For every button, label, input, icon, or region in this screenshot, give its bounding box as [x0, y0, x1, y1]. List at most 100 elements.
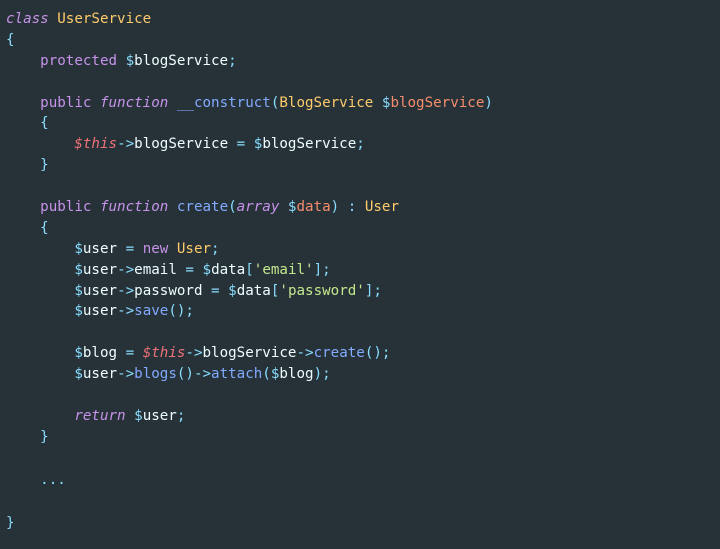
property-name: password	[134, 282, 203, 299]
method-name: create	[176, 199, 229, 216]
code-line-constructor: public function __construct(BlogService …	[6, 93, 720, 114]
method-call: attach	[211, 366, 263, 383]
bracket: ]	[313, 261, 323, 278]
code-line-open-brace: {	[6, 113, 720, 134]
arrow: ->	[117, 366, 135, 383]
property-name: blogService	[134, 136, 229, 153]
code-line-create-blog: $blog = $this->blogService->create();	[6, 343, 720, 364]
method-call: create	[313, 345, 365, 362]
code-line-property: protected $blogService;	[6, 51, 720, 72]
sigil: $	[202, 261, 212, 278]
code-line-set-email: $user->email = $data['email'];	[6, 260, 720, 281]
brace: {	[6, 31, 15, 48]
variable-name: user	[82, 303, 118, 320]
brace: }	[6, 514, 15, 531]
code-line-close-brace: }	[6, 513, 720, 534]
code-line-open-brace: {	[6, 30, 720, 51]
sigil: $	[228, 282, 237, 299]
equals: =	[236, 136, 246, 153]
semicolon: ;	[211, 240, 220, 257]
code-line-close-brace: }	[6, 427, 720, 448]
sigil: $	[74, 303, 83, 320]
arrow: ->	[117, 136, 135, 153]
keyword-new: new	[142, 240, 169, 257]
string-literal: 'password'	[279, 282, 365, 299]
arrow: ->	[117, 282, 135, 299]
property-name: blogService	[134, 52, 229, 69]
brace: }	[40, 428, 49, 445]
sigil: $	[74, 240, 83, 257]
sigil: $	[74, 282, 83, 299]
code-line-attach: $user->blogs()->attach($blog);	[6, 364, 720, 385]
equals: =	[125, 240, 135, 257]
class-name: User	[176, 240, 212, 257]
bracket: [	[245, 261, 254, 278]
this-keyword: this	[82, 136, 118, 153]
variable-name: blog	[279, 366, 314, 383]
ellipsis: ...	[40, 471, 66, 488]
sigil: $	[74, 366, 83, 383]
variable-name: user	[142, 407, 177, 424]
this-sigil: $	[142, 345, 152, 362]
variable-name: blog	[82, 345, 118, 362]
semicolon: ;	[176, 407, 186, 424]
param-name: data	[296, 199, 331, 216]
paren: )	[484, 94, 493, 111]
code-line-open-brace: {	[6, 218, 720, 239]
property-name: email	[134, 261, 177, 278]
code-line-close-brace: }	[6, 155, 720, 176]
code-line-save: $user->save();	[6, 301, 720, 322]
keyword-return: return	[74, 407, 126, 424]
variable-name: blogService	[262, 136, 357, 153]
sigil: $	[125, 52, 135, 69]
sigil: $	[134, 407, 143, 424]
equals: =	[125, 345, 135, 362]
code-line-assign: $this->blogService = $blogService;	[6, 134, 720, 155]
code-line-set-password: $user->password = $data['password'];	[6, 281, 720, 302]
variable-name: user	[82, 261, 118, 278]
arrow: ->	[117, 303, 135, 320]
arrow: ->	[296, 345, 314, 362]
keyword-function: function	[99, 199, 169, 216]
parens: ();	[168, 303, 194, 320]
sigil: $	[74, 345, 83, 362]
paren: )	[330, 199, 340, 216]
code-line-return: return $user;	[6, 406, 720, 427]
brace: }	[40, 157, 49, 174]
type-hint: array	[236, 199, 280, 216]
param-name: blogService	[390, 94, 485, 111]
variable-name: user	[82, 240, 118, 257]
semicolon: ;	[356, 136, 365, 153]
parens: ()->	[176, 366, 212, 383]
keyword-protected: protected	[40, 52, 118, 69]
semicolon: ;	[322, 261, 331, 278]
equals: =	[185, 261, 194, 278]
equals: =	[211, 282, 220, 299]
method-call: save	[134, 303, 169, 320]
keyword-class: class	[6, 11, 49, 27]
semicolon: ;	[228, 52, 237, 69]
variable-name: data	[236, 282, 271, 299]
code-line-create-decl: public function create(array $data) : Us…	[6, 197, 720, 218]
this-sigil: $	[74, 136, 83, 153]
code-line-new-user: $user = new User;	[6, 239, 720, 260]
keyword-public: public	[40, 94, 92, 111]
variable-name: user	[82, 282, 118, 299]
string-literal: 'email'	[253, 261, 314, 278]
property-name: blogService	[202, 345, 297, 362]
paren: );	[313, 366, 331, 383]
sigil: $	[74, 261, 83, 278]
variable-name: data	[211, 261, 246, 278]
semicolon: ;	[373, 282, 382, 299]
keyword-public: public	[40, 199, 92, 216]
code-editor: class UserService { protected $blogServi…	[0, 0, 720, 549]
code-line-class-decl: class UserService	[6, 9, 720, 30]
brace: {	[40, 115, 49, 132]
paren: (	[228, 199, 237, 216]
variable-name: user	[82, 366, 118, 383]
keyword-function: function	[99, 94, 169, 111]
param-type: BlogService	[279, 94, 374, 111]
